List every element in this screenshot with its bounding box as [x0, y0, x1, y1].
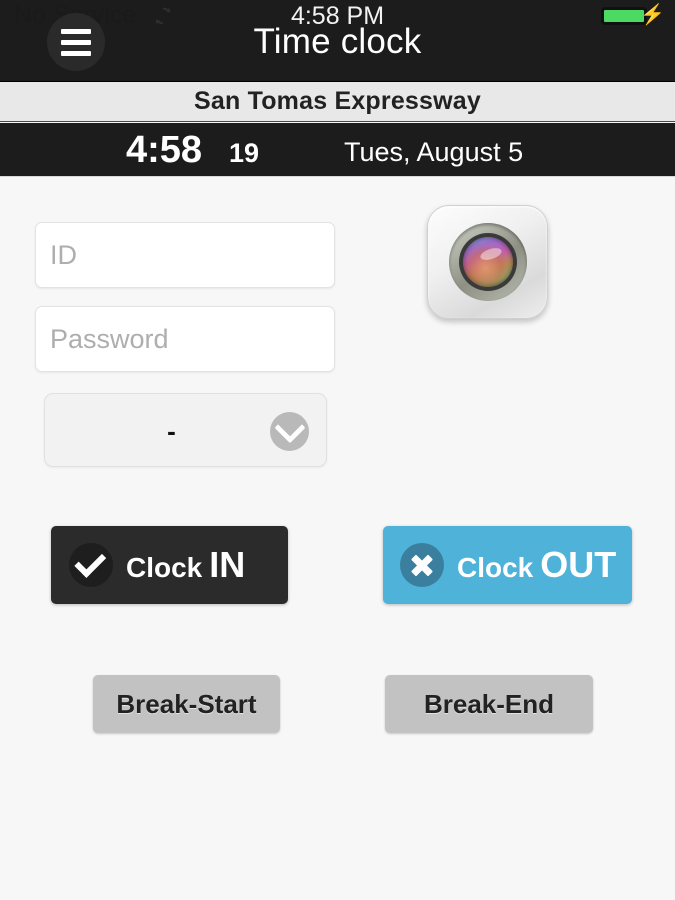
clock-out-label-emphasis: OUT: [540, 544, 617, 585]
clock-in-label: Clock IN: [126, 544, 245, 586]
department-select[interactable]: -: [44, 393, 327, 467]
id-field[interactable]: ID: [35, 222, 335, 288]
department-select-value: -: [167, 415, 176, 446]
current-time: 4:58: [126, 129, 203, 171]
current-seconds: 19: [229, 138, 260, 168]
clock-out-label-primary: Clock: [457, 552, 534, 583]
break-start-label: Break-Start: [116, 688, 257, 719]
id-field-placeholder: ID: [50, 239, 77, 270]
location-header: San Tomas Expressway: [0, 82, 675, 122]
navigation-bar: No Service 4:58 PM ⚡ Time clock: [0, 0, 675, 82]
clock-in-label-primary: Clock: [126, 552, 203, 583]
clock-out-button[interactable]: Clock OUT: [383, 526, 632, 604]
clock-out-label: Clock OUT: [457, 544, 616, 586]
password-field[interactable]: Password: [35, 306, 335, 372]
break-end-label: Break-End: [423, 688, 555, 719]
location-name: San Tomas Expressway: [193, 87, 481, 115]
break-start-button[interactable]: Break-Start: [93, 675, 280, 733]
camera-lens-icon[interactable]: [427, 205, 548, 319]
clock-bar: 4:58 19 Tues, August 5: [0, 123, 675, 177]
clock-in-button[interactable]: Clock IN: [51, 526, 288, 604]
x-circle-icon: [400, 543, 444, 587]
check-circle-icon: [69, 543, 113, 587]
time-clock-app: No Service 4:58 PM ⚡ Time clock San Toma…: [0, 0, 675, 900]
camera-lens-ring: [448, 223, 527, 301]
camera-lens-glint: [478, 245, 503, 263]
camera-lens-glass: [462, 237, 513, 287]
current-date: Tues, August 5: [344, 137, 524, 167]
password-field-placeholder: Password: [50, 323, 169, 354]
page-title: Time clock: [253, 22, 422, 61]
clock-in-label-emphasis: IN: [209, 544, 246, 585]
chevron-down-icon[interactable]: [270, 411, 309, 451]
camera-lens-barrel: [458, 233, 517, 291]
break-end-button[interactable]: Break-End: [385, 675, 593, 733]
